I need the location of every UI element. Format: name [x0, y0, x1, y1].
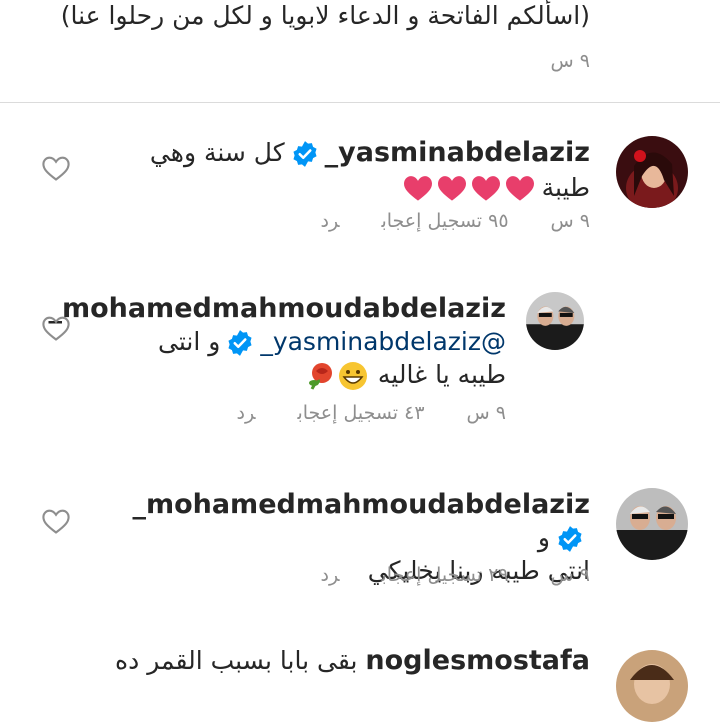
- comment-meta: ٩ س ٩٥ تسجيل إعجاب رد: [321, 210, 591, 232]
- heart-outline-icon[interactable]: [42, 316, 70, 342]
- comment-text: و: [537, 523, 550, 552]
- comment-body: noglesmostafa بقى بابا بسبب القمر ده: [110, 644, 590, 677]
- mention-link[interactable]: @yasminabdelaziz_: [260, 327, 506, 356]
- emoji-line: [398, 171, 534, 204]
- avatar[interactable]: [616, 488, 688, 560]
- pink-heart-icon: [471, 176, 500, 201]
- grinning-face-icon: [338, 361, 368, 391]
- rose-icon: [306, 361, 336, 391]
- comment-text: بقى بابا بسبب القمر ده: [115, 646, 358, 675]
- comment-username[interactable]: mohamedmahmoudabdelaziz_: [48, 293, 506, 324]
- comment-time: ٩ س: [466, 402, 506, 424]
- reply-button[interactable]: رد: [321, 564, 340, 586]
- comment-username[interactable]: noglesmostafa: [365, 645, 590, 676]
- pink-heart-icon: [505, 176, 534, 201]
- comment-meta: ٩ س ٤٣ تسجيل إعجاب رد: [237, 402, 507, 424]
- comment-username[interactable]: yasminabdelaziz_: [325, 137, 590, 168]
- verified-badge-icon: [293, 141, 317, 167]
- like-count[interactable]: ٤٣ تسجيل إعجاب: [297, 402, 424, 424]
- divider: [0, 102, 720, 103]
- comment-text: و انتى: [158, 327, 221, 356]
- heart-outline-icon[interactable]: [42, 156, 70, 182]
- like-count[interactable]: ٢٩ تسجيل إعجاب: [381, 564, 508, 586]
- avatar[interactable]: [616, 650, 688, 722]
- reply-button[interactable]: رد: [237, 402, 256, 424]
- like-count[interactable]: ٩٥ تسجيل إعجاب: [381, 210, 508, 232]
- comment-time: ٩ س: [550, 564, 590, 586]
- comment-body: yasminabdelaziz_كل سنة وهي طيبة: [110, 136, 590, 204]
- comment-body: mohamedmahmoudabdelaziz_ @yasminabdelazi…: [48, 292, 506, 391]
- avatar[interactable]: [526, 292, 584, 350]
- comment-text-line2: طيبه يا غاليه: [377, 360, 506, 389]
- reply-button[interactable]: رد: [321, 210, 340, 232]
- avatar[interactable]: [616, 136, 688, 208]
- pink-heart-icon: [403, 176, 432, 201]
- comment-meta: ٩ س ٢٩ تسجيل إعجاب رد: [321, 564, 591, 586]
- previous-comment-text: (اسألكم الفاتحة و الدعاء لابويا و لكل من…: [60, 1, 590, 30]
- comment-time: ٩ س: [550, 210, 590, 232]
- previous-comment-time: ٩ س: [550, 50, 590, 72]
- verified-badge-icon: [228, 330, 252, 356]
- comment-username[interactable]: mohamedmahmoudabdelaziz_: [132, 489, 590, 520]
- verified-badge-icon: [558, 526, 582, 552]
- heart-outline-icon[interactable]: [42, 509, 70, 535]
- pink-heart-icon: [437, 176, 466, 201]
